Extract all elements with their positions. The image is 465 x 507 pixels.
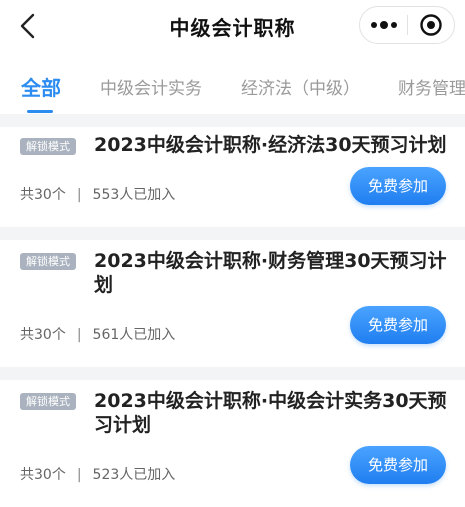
more-dots-icon [370,21,397,29]
active-tab-indicator [27,110,53,113]
section-divider [0,227,465,240]
course-card[interactable]: 解锁模式 2023中级会计职称·中级会计实务30天预习计划 共30个 | 523人已… [0,380,465,507]
course-meta: 共30个 | 561人已加入 [20,324,175,344]
page: 中级会计职称 全部 中级会计实务 经济法（中级） 财务管理 解锁模式 2023中… [0,0,465,507]
lesson-count: 共30个 [20,327,66,343]
course-title: 2023中级会计职称·经济法30天预习计划 [94,134,447,156]
free-join-button[interactable]: 免费参加 [350,167,446,205]
tab-financial-management[interactable]: 财务管理 [398,74,465,99]
mini-program-capsule [359,6,455,44]
joined-count: 553人已加入 [92,187,176,203]
meta-divider: | [76,187,82,203]
tab-all[interactable]: 全部 [21,72,61,101]
lesson-count: 共30个 [20,187,66,203]
close-button[interactable] [408,7,454,43]
course-card[interactable]: 解锁模式 2023中级会计职称·财务管理30天预习计划 共30个 | 561人已加入… [0,240,465,367]
target-close-icon [420,14,442,36]
unlock-mode-badge: 解锁模式 [20,253,76,270]
joined-count: 561人已加入 [92,327,176,343]
lesson-count: 共30个 [20,467,66,483]
meta-divider: | [76,327,82,343]
course-meta: 共30个 | 553人已加入 [20,184,175,204]
unlock-mode-badge: 解锁模式 [20,138,76,155]
course-title: 2023中级会计职称·财务管理30天预习计划 [94,250,447,296]
tab-intermediate-accounting-practice[interactable]: 中级会计实务 [100,74,202,99]
tab-economic-law[interactable]: 经济法（中级） [241,74,360,99]
joined-count: 523人已加入 [92,467,176,483]
free-join-button[interactable]: 免费参加 [350,446,446,484]
more-button[interactable] [360,7,407,43]
unlock-mode-badge: 解锁模式 [20,393,76,410]
nav-header: 中级会计职称 [0,0,465,52]
section-divider [0,114,465,127]
section-divider [0,367,465,380]
category-tabs: 全部 中级会计实务 经济法（中级） 财务管理 [0,52,465,114]
course-card[interactable]: 解锁模式 2023中级会计职称·经济法30天预习计划 共30个 | 553人已加入 … [0,127,465,227]
course-meta: 共30个 | 523人已加入 [20,464,175,484]
free-join-button[interactable]: 免费参加 [350,306,446,344]
meta-divider: | [76,467,82,483]
course-title: 2023中级会计职称·中级会计实务30天预习计划 [94,390,447,436]
